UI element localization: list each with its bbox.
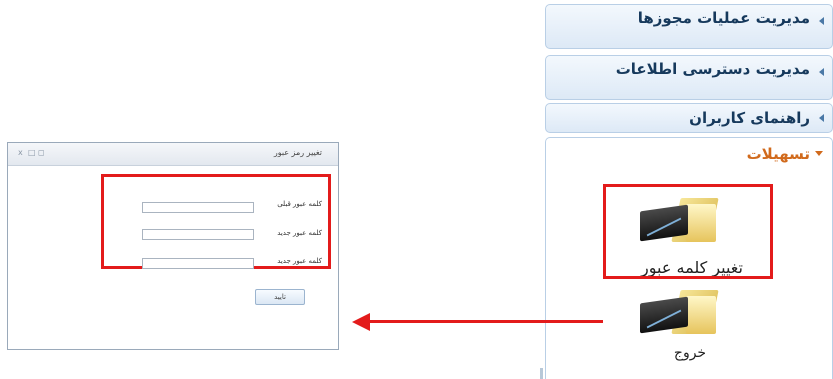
menu-item-help[interactable]: راهنمای کاربران — [545, 103, 833, 133]
dialog-titlebar: x □ ◻ تغییر رمز عبور — [8, 143, 338, 166]
new-password-field[interactable] — [142, 229, 254, 240]
menu-item-permits[interactable]: مدیریت عملیات مجوزها — [545, 4, 833, 49]
connector-arrow-head-icon — [352, 313, 370, 331]
old-password-field[interactable] — [142, 202, 254, 213]
highlight-box-form — [101, 174, 331, 269]
old-password-label: کلمه عبور قبلی — [277, 200, 322, 208]
folder-icon — [686, 296, 716, 334]
scrollbar-edge — [540, 368, 543, 379]
menu-item-label: مدیریت عملیات مجوزها — [637, 9, 810, 27]
monitor-graph-line — [646, 309, 682, 329]
maximize-icon[interactable]: □ — [28, 148, 36, 157]
facilities-header[interactable]: تسهیلات — [747, 145, 810, 163]
ok-button[interactable]: تایید — [255, 289, 305, 305]
exit-label[interactable]: خروج — [590, 345, 790, 361]
menu-item-label: مدیریت دسترسی اطلاعات — [615, 60, 810, 78]
menu-item-label: راهنمای کاربران — [689, 109, 810, 127]
connector-arrow-line — [368, 320, 603, 323]
confirm-password-label: کلمه عبور جدید — [277, 257, 322, 265]
close-icon[interactable]: x — [18, 148, 23, 157]
expand-arrow-icon — [819, 68, 824, 76]
confirm-password-field[interactable] — [142, 258, 254, 269]
menu-item-access[interactable]: مدیریت دسترسی اطلاعات — [545, 55, 833, 100]
expand-arrow-icon — [819, 17, 824, 25]
expand-arrow-icon — [819, 114, 824, 122]
highlight-box-right — [603, 184, 773, 279]
window-icon[interactable]: ◻ — [38, 148, 45, 157]
dialog-title: تغییر رمز عبور — [273, 148, 322, 157]
exit-icon[interactable] — [640, 290, 722, 336]
collapse-arrow-icon[interactable] — [815, 151, 823, 156]
new-password-label: کلمه عبور جدید — [277, 229, 322, 237]
